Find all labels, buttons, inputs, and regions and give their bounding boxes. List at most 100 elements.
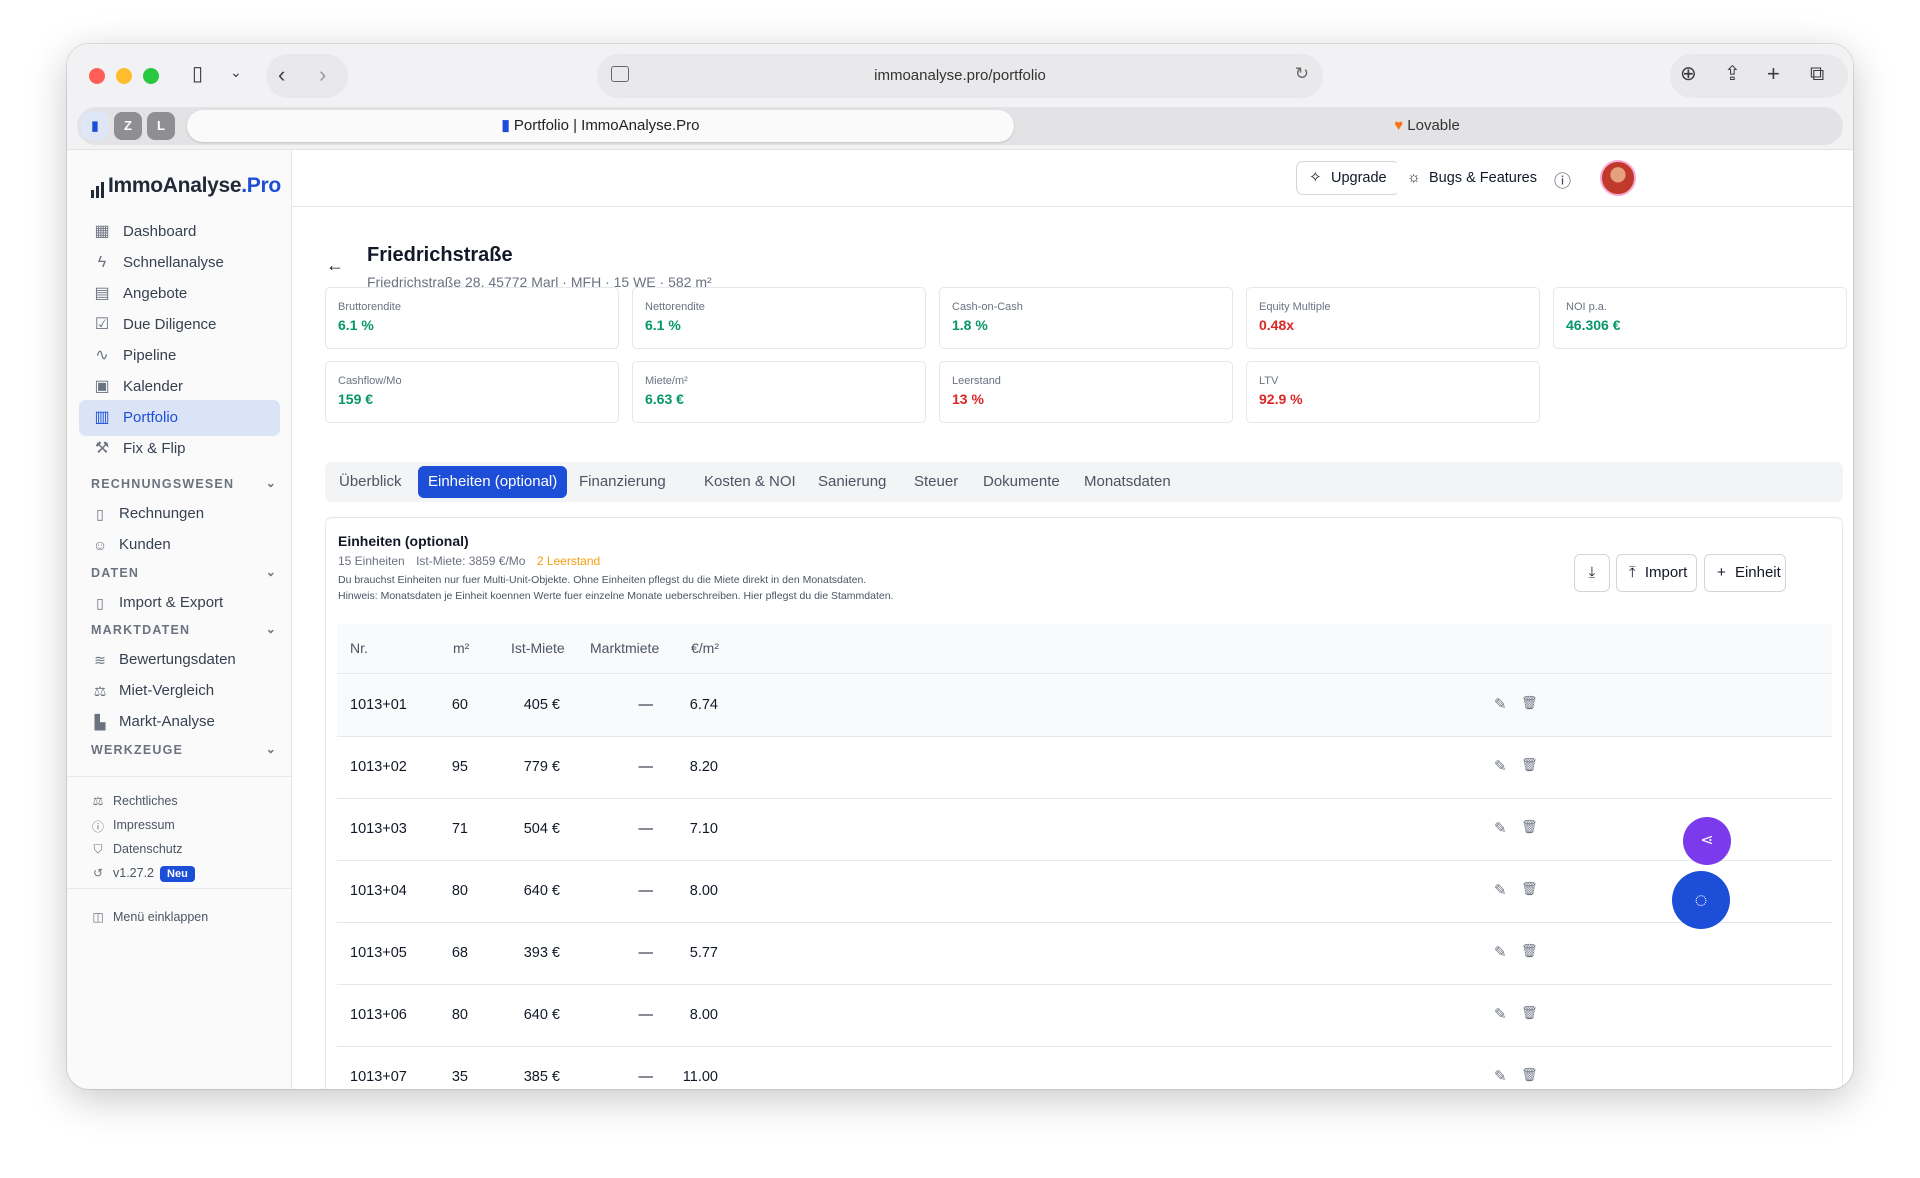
tab-lovable[interactable]: ♥ Lovable	[1022, 110, 1832, 142]
forward-arrow-icon[interactable]: ›	[319, 64, 326, 86]
table-row[interactable]: 1013+05 68 393 € — 5.77 ✎ 🗑	[337, 923, 1832, 985]
sidebar-item-import-export[interactable]: ▯ Import & Export	[91, 594, 223, 611]
sidebar-item-kunden[interactable]: ☺ Kunden	[91, 536, 171, 553]
cell-eur-m2: 7.10	[689, 821, 718, 837]
kpi-card-leerstand: Leerstand 13 %	[939, 361, 1233, 423]
footer-link-rechtliches[interactable]: ⚖ Rechtliches	[91, 794, 178, 808]
chevron-down-icon[interactable]: ⌄	[230, 65, 242, 79]
pencil-icon[interactable]: ✎	[1494, 881, 1507, 899]
tab-sanierung[interactable]: Sanierung	[808, 466, 896, 498]
sidebar-item-bewertungsdaten[interactable]: ≋ Bewertungsdaten	[91, 651, 236, 668]
cell-marktmiete: —	[638, 821, 654, 837]
kpi-card-cash-on-cash: Cash-on-Cash 1.8 %	[939, 287, 1233, 349]
tab-dokumente[interactable]: Dokumente	[973, 466, 1070, 498]
tab-finanzierung[interactable]: Finanzierung	[569, 466, 676, 498]
close-window-button[interactable]	[89, 68, 105, 84]
avatar[interactable]	[1600, 160, 1636, 196]
maximize-window-button[interactable]	[143, 68, 159, 84]
new-badge: Neu	[160, 866, 195, 882]
table-row[interactable]: 1013+02 95 779 € — 8.20 ✎ 🗑	[337, 737, 1832, 799]
sidebar-item-label: Kunden	[119, 536, 171, 553]
tab-kosten-noi[interactable]: Kosten & NOI	[694, 466, 806, 498]
activity-icon: ∿	[95, 347, 109, 364]
tab-overview-icon[interactable]: ⧉	[1810, 64, 1824, 84]
cell-eur-m2: 8.00	[689, 1007, 718, 1023]
share-icon[interactable]: ⇪	[1724, 64, 1741, 84]
chat-icon: ◌	[1694, 887, 1708, 912]
browser-chrome: ▯ ⌄ ‹ › immoanalyse.pro/portfolio ↻ ⊕ ⇪ …	[67, 44, 1853, 150]
sidebar-divider	[67, 776, 291, 777]
column-header-m2[interactable]: m²	[453, 640, 469, 656]
sidebar-item-label: Portfolio	[123, 409, 179, 426]
section-marktdaten[interactable]: MARKTDATEN ⌄	[91, 622, 281, 637]
sidebar-toggle-icon[interactable]: ▯	[192, 64, 203, 84]
column-header-nr[interactable]: Nr.	[350, 640, 368, 656]
back-arrow-icon[interactable]: ‹	[278, 64, 285, 86]
column-header-eur-m2[interactable]: €/m²	[691, 640, 719, 656]
table-row[interactable]: 1013+01 60 405 € — 6.74 ✎ 🗑	[337, 675, 1832, 737]
pinned-tab-z[interactable]: Z	[114, 112, 142, 140]
pencil-icon[interactable]: ✎	[1494, 943, 1507, 961]
pencil-icon[interactable]: ✎	[1494, 819, 1507, 837]
section-daten[interactable]: DATEN ⌄	[91, 565, 281, 580]
download-icon[interactable]: ⊕	[1680, 64, 1697, 84]
section-werkzeuge[interactable]: WERKZEUGE ⌄	[91, 742, 281, 757]
collapse-menu-button[interactable]: ◫ Menü einklappen	[91, 910, 208, 924]
pencil-icon[interactable]: ✎	[1494, 1005, 1507, 1023]
sidebar-item-label: Pipeline	[123, 347, 177, 364]
trash-icon[interactable]: 🗑	[1521, 1067, 1538, 1083]
minimize-window-button[interactable]	[116, 68, 132, 84]
sidebar-item-markt-analyse[interactable]: ▙ Markt-Analyse	[91, 713, 215, 730]
tab-monatsdaten[interactable]: Monatsdaten	[1074, 466, 1181, 498]
new-tab-icon[interactable]: +	[1767, 63, 1780, 85]
reload-icon[interactable]: ↻	[1295, 64, 1309, 84]
trash-icon[interactable]: 🗑	[1521, 1005, 1538, 1021]
trash-icon[interactable]: 🗑	[1521, 943, 1538, 959]
section-title: RECHNUNGSWESEN	[91, 477, 235, 491]
column-header-ist-miete[interactable]: Ist-Miete	[511, 640, 565, 656]
bugs-features-button[interactable]: ☼ Bugs & Features	[1394, 161, 1550, 195]
units-rent: Ist-Miete: 3859 €/Mo	[416, 554, 526, 568]
export-button[interactable]: ⤓	[1574, 554, 1610, 592]
upgrade-button[interactable]: ✧ Upgrade	[1296, 161, 1400, 195]
tab-steuer[interactable]: Steuer	[904, 466, 968, 498]
sidebar-item-rechnungen[interactable]: ▯ Rechnungen	[91, 505, 204, 522]
table-row[interactable]: 1013+06 80 640 € — 8.00 ✎ 🗑	[337, 985, 1832, 1047]
table-row[interactable]: 1013+04 80 640 € — 8.00 ✎ 🗑	[337, 861, 1832, 923]
trash-icon[interactable]: 🗑	[1521, 757, 1538, 773]
trash-icon[interactable]: 🗑	[1521, 695, 1538, 711]
version-info[interactable]: ↺ v1.27.2 Neu	[91, 866, 195, 882]
tab-ueberblick[interactable]: Überblick	[329, 466, 412, 498]
table-row[interactable]: 1013+07 35 385 € — 11.00 ✎ 🗑	[337, 1047, 1832, 1089]
units-meta: 15 Einheiten Ist-Miete: 3859 €/Mo 2 Leer…	[338, 554, 600, 568]
pencil-icon[interactable]: ✎	[1494, 757, 1507, 775]
footer-link-impressum[interactable]: ⓘ Impressum	[91, 818, 175, 834]
add-unit-button[interactable]: + Einheit	[1704, 554, 1786, 592]
trash-icon[interactable]: 🗑	[1521, 819, 1538, 835]
back-arrow-icon[interactable]: ←	[326, 255, 344, 276]
pinned-tab-l[interactable]: L	[147, 112, 175, 140]
tab-einheiten[interactable]: Einheiten (optional)	[418, 466, 568, 498]
table-row[interactable]: 1013+03 71 504 € — 7.10 ✎ 🗑	[337, 799, 1832, 861]
pinned-tab-immoanalyse[interactable]: ▮	[81, 112, 109, 140]
cell-nr: 1013+07	[350, 1069, 407, 1085]
section-rechnungswesen[interactable]: RECHNUNGSWESEN ⌄	[91, 476, 281, 491]
sidebar-item-miet-vergleich[interactable]: ⚖ Miet-Vergleich	[91, 682, 214, 699]
upgrade-label: Upgrade	[1331, 170, 1387, 186]
import-button[interactable]: ⤒ Import	[1616, 554, 1697, 592]
pencil-icon[interactable]: ✎	[1494, 1067, 1507, 1085]
share-fab-button[interactable]: ⋖	[1683, 817, 1731, 865]
tab-portfolio[interactable]: ▮ Portfolio | ImmoAnalyse.Pro	[187, 110, 1014, 142]
column-header-marktmiete[interactable]: Marktmiete	[590, 640, 659, 656]
address-bar[interactable]: immoanalyse.pro/portfolio ↻	[597, 54, 1323, 98]
pencil-icon[interactable]: ✎	[1494, 695, 1507, 713]
help-icon[interactable]: ⓘ	[1554, 167, 1571, 192]
app-logo[interactable]: ImmoAnalyse.Pro	[91, 174, 281, 198]
footer-link-datenschutz[interactable]: ⛉ Datenschutz	[91, 842, 182, 856]
bug-icon: ☼	[1407, 169, 1421, 186]
sidebar-item-fix-flip[interactable]: ⚒ Fix & Flip	[79, 431, 280, 467]
cell-eur-m2: 6.74	[689, 697, 718, 713]
trash-icon[interactable]: 🗑	[1521, 881, 1538, 897]
share-icon: ⋖	[1700, 832, 1714, 849]
chat-fab-button[interactable]: ◌	[1672, 871, 1730, 929]
